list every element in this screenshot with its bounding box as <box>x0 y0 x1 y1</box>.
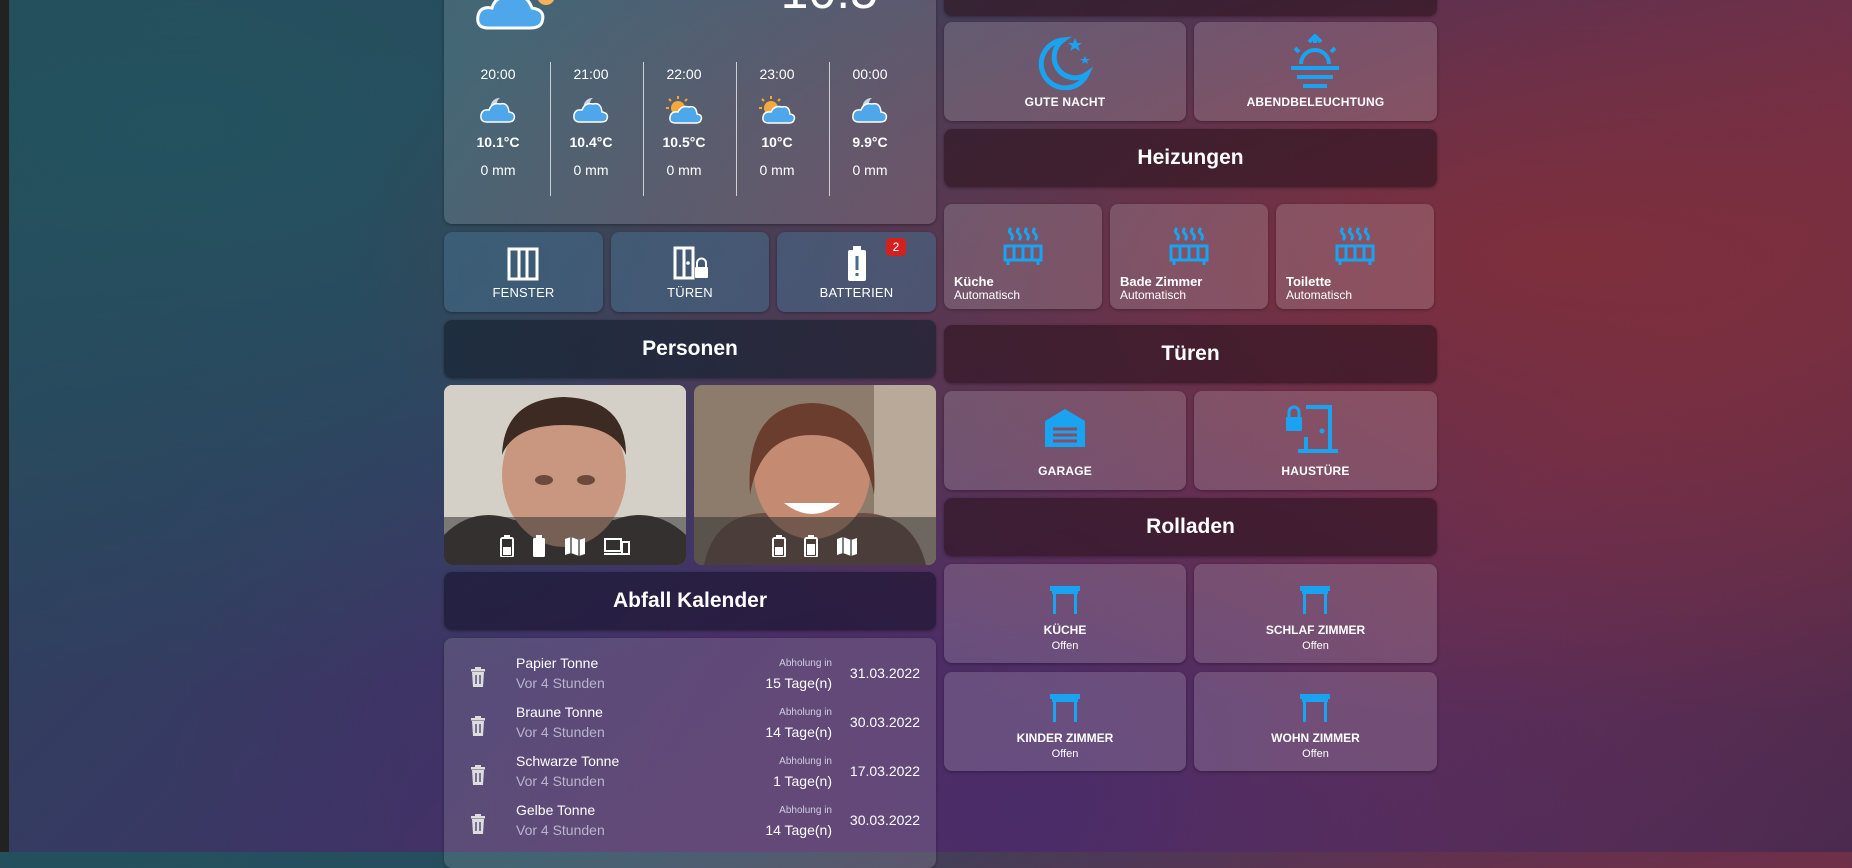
cloud-icon <box>476 0 555 30</box>
person-card-1[interactable] <box>444 385 686 565</box>
list-item[interactable]: Schwarze Tonne Vor 4 Stunden Abholung in… <box>444 753 936 802</box>
tueren-status-button[interactable]: TÜREN <box>611 232 769 312</box>
radiator-icon <box>1169 226 1209 265</box>
shutter-kueche-button[interactable]: KÜCHE Offen <box>944 564 1186 663</box>
garage-icon <box>1045 409 1085 447</box>
battery-medium-icon <box>500 535 514 557</box>
map-icon <box>837 537 857 556</box>
battery-alert-badge: 2 <box>886 238 906 256</box>
blinds-open-icon <box>1300 694 1330 722</box>
batterien-button[interactable]: 2 BATTERIEN <box>777 232 936 312</box>
door-closed-lock-icon <box>1286 405 1338 453</box>
person-card-2[interactable] <box>694 385 936 565</box>
battery-alert-icon <box>848 246 866 281</box>
trash-can-icon <box>471 814 485 834</box>
rolladen-header: Rolladen <box>944 498 1437 556</box>
heater-kueche[interactable]: Küche Automatisch <box>944 204 1102 309</box>
window-icon <box>507 247 539 281</box>
cloudy-night-icon <box>571 94 611 126</box>
trash-can-icon <box>471 667 485 687</box>
abfall-kalender-header: Abfall Kalender <box>444 572 936 630</box>
weather-forecast-card[interactable]: 10.5 20:00 10.1°C 0 mm 21:00 10.4°C 0 mm… <box>444 0 936 224</box>
blinds-open-icon <box>1050 586 1080 614</box>
sunset-icon <box>1291 34 1339 88</box>
garage-button[interactable]: GARAGE <box>944 391 1186 490</box>
list-item[interactable]: Gelbe Tonne Vor 4 Stunden Abholung in 14… <box>444 802 936 851</box>
shutter-wohn-zimmer-button[interactable]: WOHN ZIMMER Offen <box>1194 672 1437 771</box>
map-icon <box>565 537 585 556</box>
left-edge-bar <box>0 0 9 852</box>
list-item[interactable]: Papier Tonne Vor 4 Stunden Abholung in 1… <box>444 655 936 704</box>
battery-high-icon <box>804 535 818 557</box>
heizungen-header: Heizungen <box>944 129 1437 187</box>
hour-forecast: 00:00 9.9°C 0 mm <box>824 62 916 178</box>
heater-bade-zimmer[interactable]: Bade Zimmer Automatisch <box>1110 204 1268 309</box>
partly-sunny-icon <box>664 94 704 126</box>
hour-forecast: 20:00 10.1°C 0 mm <box>476 66 520 178</box>
partly-sunny-icon <box>757 94 797 126</box>
list-item[interactable]: Braune Tonne Vor 4 Stunden Abholung in 1… <box>444 704 936 753</box>
person-status-bar <box>444 517 686 565</box>
trash-can-icon <box>471 765 485 785</box>
abfall-kalender-card: Papier Tonne Vor 4 Stunden Abholung in 1… <box>444 638 936 868</box>
blinds-open-icon <box>1050 694 1080 722</box>
tueren-header: Türen <box>944 325 1437 383</box>
gute-nacht-button[interactable]: GUTE NACHT <box>944 22 1186 121</box>
hour-forecast: 22:00 10.5°C 0 mm <box>662 66 706 178</box>
haustuere-button[interactable]: HAUSTÜRE <box>1194 391 1437 490</box>
person-status-bar <box>694 517 936 565</box>
trash-can-icon <box>471 716 485 736</box>
radiator-icon <box>1003 226 1043 265</box>
battery-medium-icon <box>772 535 786 557</box>
shutter-kinder-zimmer-button[interactable]: KINDER ZIMMER Offen <box>944 672 1186 771</box>
abendbeleuchtung-button[interactable]: ABENDBELEUCHTUNG <box>1194 22 1437 121</box>
devices-icon <box>604 538 630 555</box>
personen-header: Personen <box>444 320 936 378</box>
cloudy-night-icon <box>478 94 518 126</box>
radiator-icon <box>1335 226 1375 265</box>
hour-forecast: 23:00 10°C 0 mm <box>731 62 823 178</box>
battery-full-icon <box>533 535 545 557</box>
current-temperature: 10.5 <box>781 0 878 20</box>
hour-forecast: 21:00 10.4°C 0 mm <box>569 66 613 178</box>
moon-stars-icon <box>1038 36 1093 90</box>
heater-toilette[interactable]: Toilette Automatisch <box>1276 204 1434 309</box>
fenster-button[interactable]: FENSTER <box>444 232 603 312</box>
blinds-open-icon <box>1300 586 1330 614</box>
top-header-partial <box>944 0 1437 16</box>
cloudy-night-icon <box>850 94 890 126</box>
door-lock-icon <box>673 246 708 280</box>
shutter-schlaf-zimmer-button[interactable]: SCHLAF ZIMMER Offen <box>1194 564 1437 663</box>
